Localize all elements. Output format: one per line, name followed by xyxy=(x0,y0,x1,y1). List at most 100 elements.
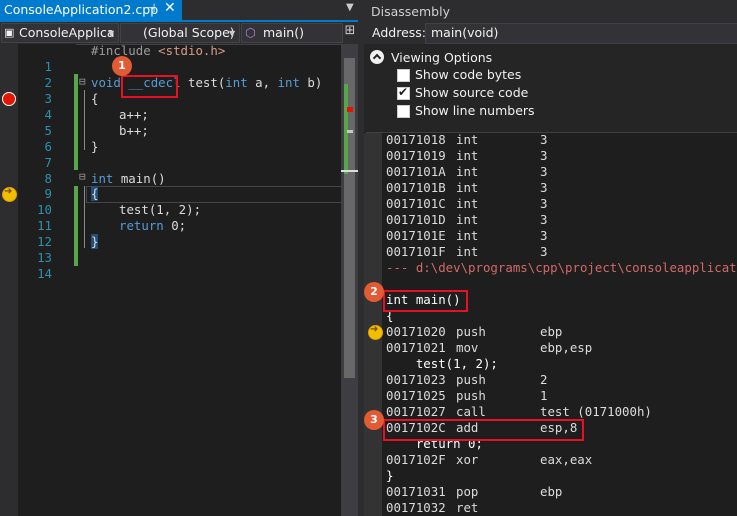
disasm-operand: ebp xyxy=(540,324,563,339)
scope-dropdown-label: (Global Scope) xyxy=(143,25,235,40)
member-dropdown-label: main() xyxy=(263,25,304,40)
disasm-address: 00171031 xyxy=(386,484,446,499)
line-number: 6 xyxy=(44,139,52,154)
disasm-operand: ebp,esp xyxy=(540,340,593,355)
collapse-options-icon[interactable] xyxy=(370,50,384,64)
code-line-10[interactable]: { xyxy=(91,186,99,201)
glyph-margin[interactable] xyxy=(0,44,18,516)
scrollbar-breakpoint-marker xyxy=(347,107,353,112)
annotation-box-cdecl xyxy=(121,75,178,98)
show-line-numbers-label[interactable]: Show line numbers xyxy=(415,103,535,118)
pin-icon[interactable]: ⊣ xyxy=(145,1,155,15)
source-line-call[interactable]: test(1, 2); xyxy=(386,356,498,371)
line-number: 8 xyxy=(44,171,52,186)
outline-guide xyxy=(84,186,85,248)
instruction-pointer-icon xyxy=(2,186,17,202)
current-line-highlight xyxy=(86,186,342,203)
disasm-address: 0017101B xyxy=(386,180,446,195)
disasm-address: 0017101A xyxy=(386,164,446,179)
disasm-mnemonic: push xyxy=(456,324,486,339)
disasm-row[interactable]: 00171021 mov ebp,esp xyxy=(386,340,592,355)
disasm-address: 00171025 xyxy=(386,388,446,403)
code-line-6[interactable]: b++; xyxy=(119,123,149,138)
disasm-row[interactable]: 00171031 pop ebp xyxy=(386,484,562,499)
show-code-bytes-label[interactable]: Show code bytes xyxy=(415,67,521,82)
disasm-row[interactable]: 0017101A int 3 xyxy=(386,164,547,179)
annotation-badge-3: 3 xyxy=(364,410,384,430)
source-line-close[interactable]: } xyxy=(386,468,393,483)
scope-dropdown[interactable]: (Global Scope) ▼ xyxy=(120,23,240,43)
disasm-row[interactable]: 00171023 push 2 xyxy=(386,372,547,387)
project-dropdown[interactable]: ▣ ConsoleApplica ▼ xyxy=(1,23,119,43)
line-number: 11 xyxy=(37,218,52,233)
collapse-icon[interactable]: ⊟ xyxy=(79,170,86,183)
disasm-row[interactable]: 00171019 int 3 xyxy=(386,148,547,163)
code-line-include[interactable]: #include <stdio.h> xyxy=(91,43,225,58)
disasm-address: 0017101D xyxy=(386,212,446,227)
disasm-mnemonic: pop xyxy=(456,484,479,499)
tab-dropdown-icon[interactable]: ▼ xyxy=(346,2,354,13)
param-a: a, xyxy=(247,75,278,90)
disasm-mnemonic: push xyxy=(456,388,486,403)
tab-consoleapplication2[interactable]: ConsoleApplication2.cpp ⊣ ✕ xyxy=(0,0,182,20)
annotation-box-add-esp xyxy=(383,419,584,441)
scrollbar-marker xyxy=(347,130,353,133)
source-file-line: --- d:\dev\programs\cpp\project\consolea… xyxy=(386,260,737,275)
code-line-13[interactable]: } xyxy=(91,234,99,249)
code-line-4[interactable]: { xyxy=(91,91,98,106)
show-source-code-checkbox[interactable] xyxy=(397,85,410,100)
disasm-address: 00171018 xyxy=(386,132,446,147)
tab-title: ConsoleApplication2.cpp xyxy=(4,2,159,17)
disasm-row[interactable]: 0017102F xor eax,eax xyxy=(386,452,592,467)
collapse-icon[interactable]: ⊟ xyxy=(79,75,86,88)
annotation-badge-1: 1 xyxy=(112,56,132,76)
code-line-11[interactable]: test(1, 2); xyxy=(119,202,201,217)
disasm-mnemonic: call xyxy=(456,404,486,419)
disasm-operand: 3 xyxy=(540,148,548,163)
line-number: 12 xyxy=(37,234,52,249)
code-line-9[interactable]: int main() xyxy=(91,171,166,186)
disasm-row[interactable]: 0017101D int 3 xyxy=(386,212,547,227)
viewing-options-header[interactable]: Viewing Options xyxy=(391,50,492,65)
disasm-address: 00171019 xyxy=(386,148,446,163)
project-icon: ▣ xyxy=(4,26,15,39)
disassembly-title: Disassembly xyxy=(371,4,450,19)
breakpoint-icon[interactable] xyxy=(2,92,16,106)
project-dropdown-label: ConsoleApplica xyxy=(19,25,115,40)
annotation-box-main xyxy=(383,290,468,312)
disasm-address: 0017101F xyxy=(386,244,446,259)
disasm-operand: 3 xyxy=(540,212,548,227)
keyword: int xyxy=(277,75,300,90)
line-number: 13 xyxy=(37,250,52,265)
annotation-badge-2: 2 xyxy=(364,282,384,302)
disasm-row[interactable]: 00171025 push 1 xyxy=(386,388,547,403)
disasm-row[interactable]: 0017101B int 3 xyxy=(386,180,547,195)
keyword: return xyxy=(119,218,164,233)
disasm-row[interactable]: 00171032 ret xyxy=(386,500,540,515)
disasm-row[interactable]: 0017101F int 3 xyxy=(386,244,547,259)
disasm-operand: 3 xyxy=(540,196,548,211)
code-line-12[interactable]: return 0; xyxy=(119,218,186,233)
disasm-address: 00171027 xyxy=(386,404,446,419)
show-code-bytes-checkbox[interactable] xyxy=(397,69,410,82)
return-value: 0; xyxy=(163,218,187,233)
disasm-mnemonic: int xyxy=(456,244,479,259)
show-source-code-label[interactable]: Show source code xyxy=(415,85,528,100)
disasm-row-current[interactable]: 00171020 push ebp xyxy=(386,324,562,339)
disasm-row[interactable]: 00171027 call test (0171000h) xyxy=(386,404,652,419)
disasm-mnemonic: push xyxy=(456,372,486,387)
line-number: 2 xyxy=(44,75,52,90)
disasm-address: 00171032 xyxy=(386,500,446,515)
code-line-7[interactable]: } xyxy=(91,139,98,154)
disasm-address: 0017102F xyxy=(386,452,446,467)
split-icon[interactable]: ⊞ xyxy=(343,23,357,43)
member-dropdown[interactable]: ⬡ main() xyxy=(241,23,343,43)
disasm-row[interactable]: 0017101E int 3 xyxy=(386,228,547,243)
disasm-operand: 3 xyxy=(540,180,548,195)
address-input[interactable]: main(void) xyxy=(425,23,737,44)
disasm-row[interactable]: 00171018 int 3 xyxy=(386,132,547,147)
show-line-numbers-checkbox[interactable] xyxy=(397,105,410,118)
disasm-row[interactable]: 0017101C int 3 xyxy=(386,196,547,211)
close-icon[interactable]: ✕ xyxy=(164,0,176,16)
code-line-5[interactable]: a++; xyxy=(119,107,149,122)
